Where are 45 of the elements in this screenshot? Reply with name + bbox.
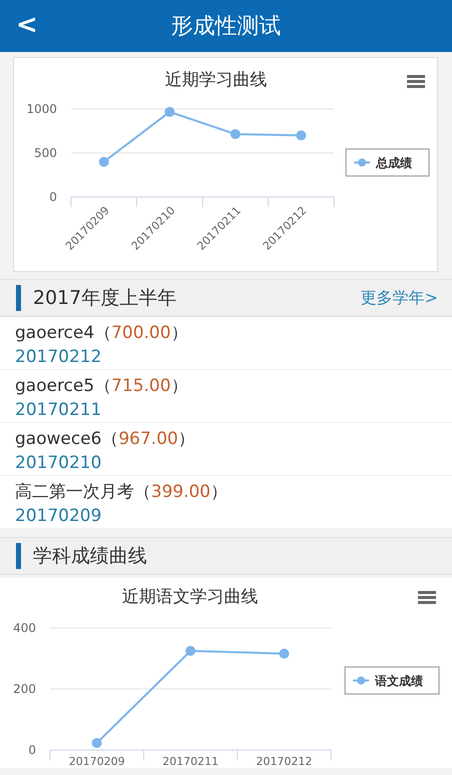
section-marker (16, 285, 21, 311)
legend-marker-icon (354, 158, 370, 166)
axis-label: 20170209 (68, 755, 125, 768)
exam-title: gaowece6（967.00） (15, 428, 196, 450)
axis-label: 200 (13, 682, 36, 696)
axis-label: 20170211 (162, 755, 218, 768)
page-title: 形成性测试 (171, 13, 281, 41)
data-point (279, 648, 290, 659)
exam-title: gaoerce4（700.00） (15, 322, 189, 344)
chart-title: 近期语文学习曲线 (122, 587, 258, 607)
axis-label: 0 (49, 190, 57, 204)
data-point (98, 156, 109, 167)
legend-marker-icon (353, 676, 369, 684)
axis-label: 400 (13, 621, 36, 635)
axis-label: 500 (34, 146, 57, 160)
exam-date: 20170210 (15, 452, 103, 474)
exam-row[interactable]: gaoerce5（715.00） 20170211 (0, 370, 452, 423)
exam-title: 高二第一次月考（399.00） (15, 480, 228, 504)
legend-box[interactable] (344, 666, 440, 694)
more-years-link[interactable]: 更多学年> (360, 288, 438, 308)
axis-label: 0 (28, 743, 36, 757)
chart-title: 近期学习曲线 (165, 70, 267, 90)
exam-date: 20170212 (15, 346, 103, 368)
section-title: 2017年度上半年 (33, 286, 178, 311)
exam-row[interactable]: gaoerce4（700.00） 20170212 (0, 317, 452, 370)
exam-date: 20170209 (15, 504, 103, 528)
axis-label: 20170212 (256, 755, 312, 768)
data-point (186, 646, 196, 656)
menu-icon[interactable] (407, 75, 425, 88)
legend-label[interactable]: 总成绩 (376, 156, 412, 170)
axis-label: 1000 (26, 102, 57, 116)
exam-row[interactable]: 高二第一次月考（399.00） 20170209 (0, 476, 452, 529)
exam-date: 20170211 (15, 398, 103, 422)
data-point (92, 738, 102, 748)
menu-icon[interactable] (418, 591, 436, 604)
legend-label[interactable]: 语文成绩 (375, 674, 423, 688)
exam-title: gaoerce5（715.00） (15, 374, 189, 398)
data-point (230, 129, 240, 140)
section-marker (16, 543, 21, 569)
back-button[interactable]: < (12, 10, 42, 40)
section-title: 学科成绩曲线 (33, 544, 148, 569)
exam-row[interactable]: gaowece6（967.00） 20170210 (0, 423, 452, 476)
data-point (296, 130, 306, 140)
data-point (164, 106, 175, 117)
legend-box[interactable] (346, 148, 430, 176)
